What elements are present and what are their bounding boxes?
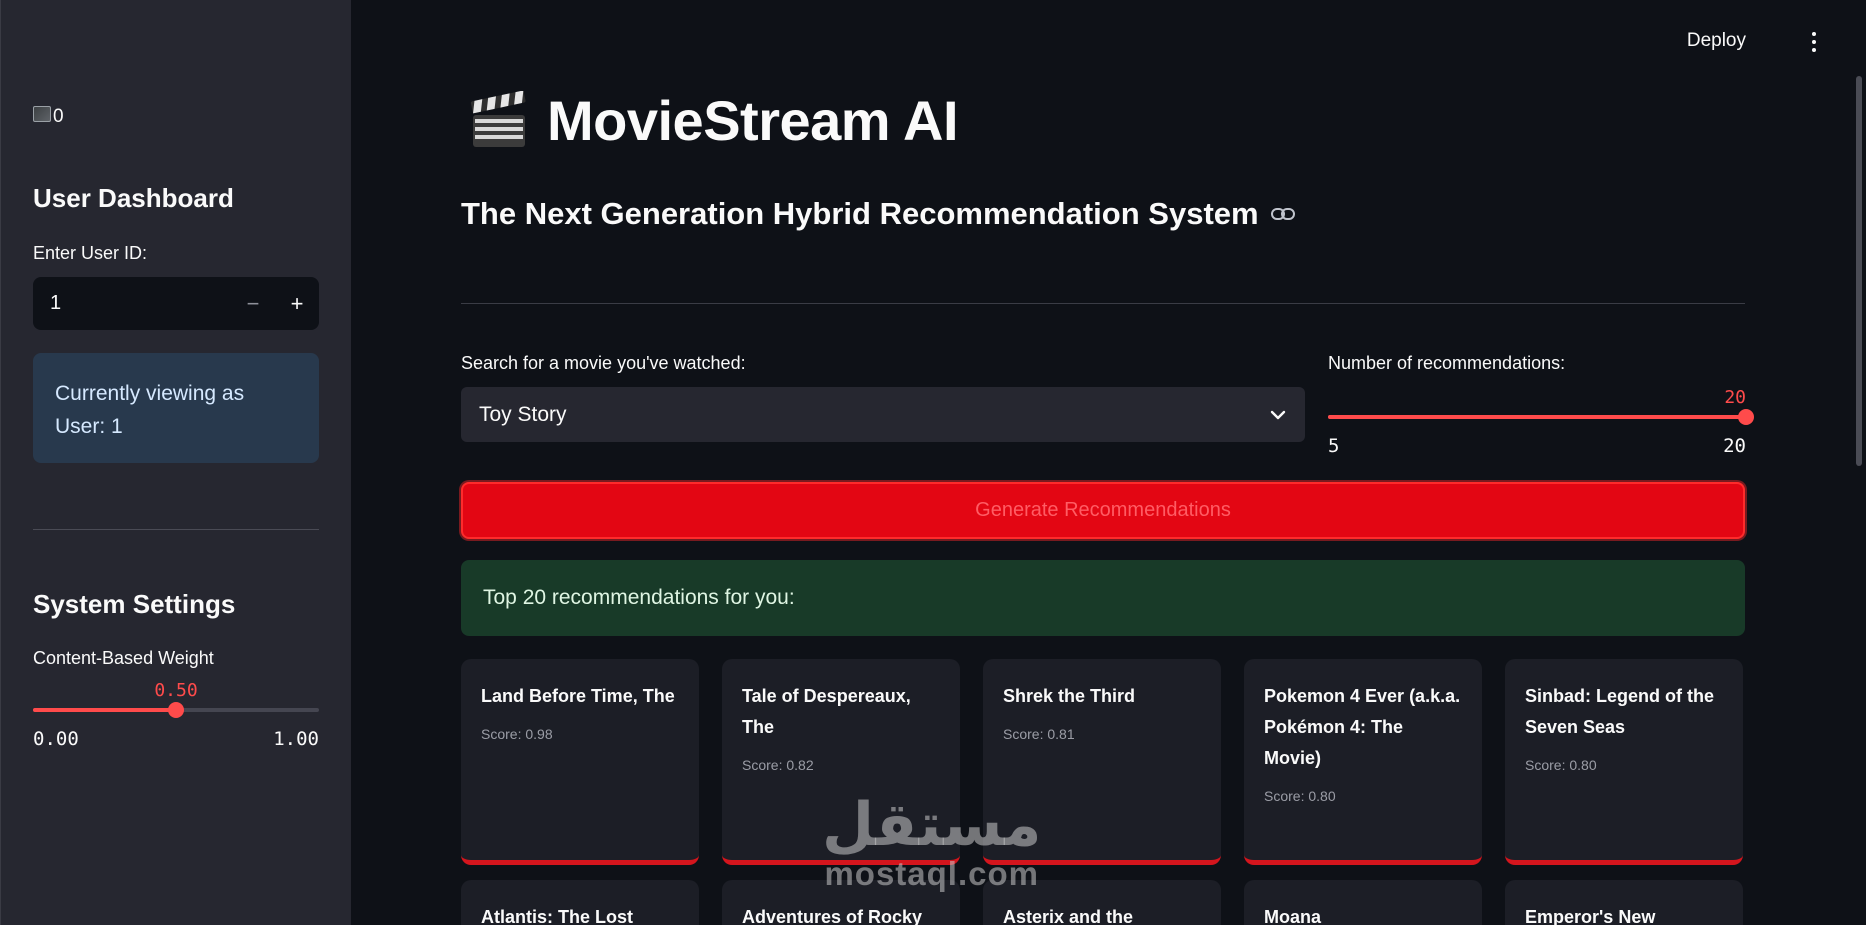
movie-card-title: Adventures of Rocky <box>742 907 923 925</box>
movie-card[interactable]: Shrek the Third Score: 0.81 <box>983 659 1221 865</box>
broken-image-alt: 0 <box>53 106 64 127</box>
broken-image: 0 <box>33 106 64 128</box>
broken-image-icon <box>33 106 51 122</box>
movie-card[interactable]: Tale of Despereaux, The Score: 0.82 <box>722 659 960 865</box>
success-alert: Top 20 recommendations for you: <box>461 560 1745 636</box>
movie-card-title: Pokemon 4 Ever (a.k.a. Pokémon 4: The Mo… <box>1264 686 1461 768</box>
page-title: MovieStream AI <box>469 88 959 153</box>
slider-fill <box>1328 415 1746 419</box>
movie-card[interactable]: Pokemon 4 Ever (a.k.a. Pokémon 4: The Mo… <box>1244 659 1482 865</box>
movie-card-score: Score: 0.80 <box>1525 757 1597 773</box>
movie-card-title: Asterix and the Vikings <box>1003 907 1134 925</box>
subtitle: The Next Generation Hybrid Recommendatio… <box>461 196 1295 232</box>
current-user-info: Currently viewing as User: 1 <box>33 353 319 463</box>
slider-min-label: 0.00 <box>33 728 79 750</box>
title-text: MovieStream AI <box>547 89 959 152</box>
slider-current-value: 0.50 <box>154 680 198 701</box>
movie-card[interactable]: Atlantis: The Lost <box>461 880 699 925</box>
movie-card-title: Atlantis: The Lost <box>481 907 633 925</box>
movie-card-score: Score: 0.81 <box>1003 726 1075 742</box>
slider-current-value: 20 <box>1724 387 1746 408</box>
movie-card-score: Score: 0.82 <box>742 757 814 773</box>
slider-fill <box>33 708 176 712</box>
movie-select[interactable]: Toy Story <box>461 387 1305 442</box>
main-area: Deploy MovieStream AI The Next Generatio… <box>351 0 1866 925</box>
section-divider <box>461 303 1745 304</box>
clapper-board-icon <box>470 90 526 147</box>
movie-card-title: Shrek the Third <box>1003 686 1136 706</box>
num-recs-slider[interactable]: 20 5 20 <box>1328 387 1754 457</box>
movie-card[interactable]: Adventures of Rocky <box>722 880 960 925</box>
movie-card-title: Tale of Despereaux, The <box>742 686 911 737</box>
deploy-button[interactable]: Deploy <box>1687 30 1746 52</box>
user-id-value[interactable]: 1 <box>33 292 231 315</box>
movie-card[interactable]: Emperor's New <box>1505 880 1743 925</box>
slider-thumb[interactable] <box>168 702 184 718</box>
search-label: Search for a movie you've watched: <box>461 353 746 373</box>
subtitle-text: The Next Generation Hybrid Recommendatio… <box>461 196 1259 231</box>
movie-card[interactable]: Asterix and the Vikings <box>983 880 1221 925</box>
movie-card-title: Moana <box>1264 907 1322 925</box>
scrollbar[interactable] <box>1856 76 1862 466</box>
generate-button[interactable]: Generate Recommendations <box>461 482 1745 539</box>
user-id-input[interactable]: 1 − + <box>33 277 319 330</box>
decrement-button[interactable]: − <box>231 291 275 317</box>
sidebar-divider <box>33 529 319 530</box>
content-weight-slider[interactable]: 0.50 0.00 1.00 <box>33 680 319 750</box>
chevron-down-icon[interactable] <box>1269 409 1287 421</box>
sidebar: 0 User Dashboard Enter User ID: 1 − + Cu… <box>0 0 351 925</box>
movie-card-title: Emperor's New <box>1525 907 1656 925</box>
movie-card-score: Score: 0.80 <box>1264 788 1336 804</box>
movie-card-title: Land Before Time, The <box>481 686 675 706</box>
slider-max-label: 20 <box>1723 435 1746 457</box>
slider-min-label: 5 <box>1328 435 1340 457</box>
dashboard-title: User Dashboard <box>33 183 234 213</box>
movie-card-score: Score: 0.98 <box>481 726 553 742</box>
weight-label: Content-Based Weight <box>33 648 214 668</box>
num-recs-label: Number of recommendations: <box>1328 353 1566 373</box>
kebab-menu-icon[interactable] <box>1812 32 1818 52</box>
slider-max-label: 1.00 <box>273 728 319 750</box>
movie-select-value[interactable]: Toy Story <box>479 403 1269 427</box>
slider-thumb[interactable] <box>1738 409 1754 425</box>
link-icon[interactable] <box>1270 207 1295 221</box>
movie-card[interactable]: Sinbad: Legend of the Seven Seas Score: … <box>1505 659 1743 865</box>
movie-card[interactable]: Moana <box>1244 880 1482 925</box>
user-id-label: Enter User ID: <box>33 243 148 263</box>
settings-title: System Settings <box>33 589 236 619</box>
movie-card[interactable]: Land Before Time, The Score: 0.98 <box>461 659 699 865</box>
movie-card-title: Sinbad: Legend of the Seven Seas <box>1525 686 1714 737</box>
increment-button[interactable]: + <box>275 291 319 317</box>
